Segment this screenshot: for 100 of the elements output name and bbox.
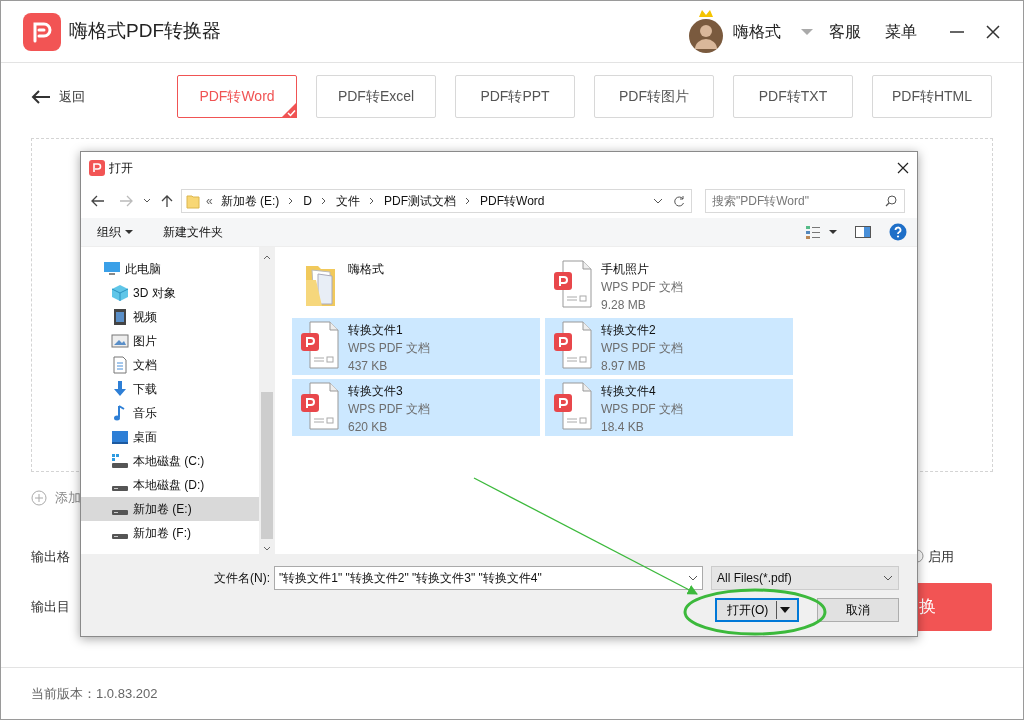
field-label: 输出目: [31, 598, 70, 617]
chevron-icon[interactable]: [688, 575, 698, 582]
caret-icon[interactable]: [829, 229, 837, 235]
app-icon: [89, 159, 105, 176]
menu-link[interactable]: 菜单: [885, 19, 917, 44]
nav-item[interactable]: 图片: [81, 329, 259, 354]
app-title: 嗨格式PDF转换器: [69, 19, 221, 44]
nav-item[interactable]: 本地磁盘 (D:): [81, 473, 259, 498]
up-icon[interactable]: [161, 193, 173, 208]
chevron-icon[interactable]: [883, 575, 893, 582]
format-tab[interactable]: PDF转图片: [594, 75, 714, 118]
nav-item[interactable]: 3D 对象: [81, 281, 259, 306]
file-item[interactable]: 转换文件2 WPS PDF 文档 8.97 MB: [545, 318, 793, 376]
close-icon[interactable]: [985, 23, 1001, 40]
search-icon[interactable]: [885, 194, 897, 207]
nav-item[interactable]: 视频: [81, 305, 259, 330]
add-label[interactable]: 添加: [55, 488, 81, 508]
file-name: 转换文件4: [601, 383, 657, 401]
nav-item[interactable]: 新加卷 (F:): [81, 521, 259, 546]
file-type: WPS PDF 文档: [601, 340, 683, 358]
file-item[interactable]: 转换文件4 WPS PDF 文档 18.4 KB: [545, 379, 793, 437]
logo-icon: [23, 12, 61, 51]
file-item[interactable]: 嗨格式: [292, 257, 540, 315]
close-icon[interactable]: [897, 161, 909, 174]
drive-icon: [111, 452, 129, 471]
nav-item[interactable]: 文档: [81, 353, 259, 378]
radio-label: 启用: [928, 547, 954, 566]
separator-icon: [321, 196, 328, 205]
file-name: 转换文件3: [348, 383, 404, 401]
document-icon: [111, 356, 129, 375]
file-item[interactable]: 转换文件1 WPS PDF 文档 437 KB: [292, 318, 540, 376]
nav-item[interactable]: 下载: [81, 377, 259, 402]
breadcrumb-item[interactable]: PDF转Word: [480, 191, 545, 210]
search-field[interactable]: 搜索"PDF转Word": [705, 188, 905, 213]
desktop-icon: [111, 428, 129, 447]
breadcrumb-item[interactable]: 新加卷 (E:): [220, 191, 280, 210]
file-size: 8.97 MB: [601, 358, 647, 376]
file-name: 嗨格式: [348, 261, 384, 279]
back-arrow-icon: [31, 88, 51, 105]
cancel-button[interactable]: 取消: [817, 598, 899, 623]
cube-icon: [111, 284, 129, 303]
format-tab[interactable]: PDF转TXT: [733, 75, 853, 118]
file-item[interactable]: 手机照片 WPS PDF 文档 9.28 MB: [545, 257, 793, 315]
file-type: WPS PDF 文档: [348, 401, 430, 419]
back-button[interactable]: 返回: [31, 87, 177, 107]
pdf-file-icon: [553, 382, 593, 431]
filename-field[interactable]: "转换文件1" "转换文件2" "转换文件3" "转换文件4": [274, 566, 703, 591]
format-tab[interactable]: PDF转PPT: [455, 75, 575, 118]
picture-icon: [111, 332, 129, 351]
refresh-icon[interactable]: [673, 194, 685, 207]
dropdown-icon[interactable]: [653, 197, 663, 204]
file-size: 18.4 KB: [601, 419, 645, 437]
file-name: 手机照片: [601, 261, 650, 279]
file-type-dropdown[interactable]: All Files(*.pdf): [711, 566, 899, 591]
new-folder-button[interactable]: 新建文件夹: [163, 223, 223, 241]
field-label: 输出格: [31, 547, 70, 566]
breadcrumb-item[interactable]: D: [303, 191, 313, 210]
field-label: 文件名(N):: [214, 570, 270, 588]
film-icon: [111, 308, 129, 327]
format-tab[interactable]: PDF转Excel: [316, 75, 436, 118]
pdf-file-icon: [553, 260, 593, 309]
organize-menu[interactable]: 组织: [97, 223, 133, 241]
avatar[interactable]: [687, 8, 725, 55]
scrollbar-thumb[interactable]: [261, 392, 273, 540]
back-icon[interactable]: [91, 194, 105, 207]
format-tab[interactable]: PDF转Word: [177, 75, 297, 118]
pdf-file-icon: [553, 321, 593, 370]
file-type: WPS PDF 文档: [601, 401, 683, 419]
file-type: WPS PDF 文档: [348, 340, 430, 358]
drive-icon: [111, 508, 129, 516]
dialog-title: 打开: [109, 159, 133, 177]
separator-icon: [465, 196, 472, 205]
file-size: 437 KB: [348, 358, 389, 376]
nav-item[interactable]: 音乐: [81, 401, 259, 426]
preview-pane-icon[interactable]: [855, 226, 871, 238]
version-text: 当前版本：1.0.83.202: [31, 684, 158, 703]
separator-icon: [369, 196, 376, 205]
chevron-icon[interactable]: [143, 197, 151, 204]
check-corner-icon: [281, 102, 297, 118]
nav-item[interactable]: 新加卷 (E:): [81, 497, 259, 522]
menu-link[interactable]: 客服: [829, 19, 861, 44]
nav-item[interactable]: 桌面: [81, 425, 259, 450]
folder-icon: [186, 192, 200, 209]
file-name: 转换文件2: [601, 322, 657, 340]
format-tab[interactable]: PDF转HTML: [872, 75, 992, 118]
separator-icon: [288, 196, 295, 205]
file-item[interactable]: 转换文件3 WPS PDF 文档 620 KB: [292, 379, 540, 437]
help-icon[interactable]: [889, 223, 907, 241]
user-name[interactable]: 嗨格式: [733, 19, 781, 44]
breadcrumb-item[interactable]: 文件: [336, 191, 361, 210]
nav-item[interactable]: 本地磁盘 (C:): [81, 449, 259, 474]
file-size: 620 KB: [348, 419, 389, 437]
file-name: 转换文件1: [348, 322, 404, 340]
breadcrumb-item[interactable]: PDF测试文档: [384, 191, 457, 210]
caret-icon[interactable]: [125, 229, 133, 235]
drive-icon: [111, 484, 129, 492]
overflow-chevrons[interactable]: «: [206, 191, 213, 210]
view-icon[interactable]: [805, 224, 821, 240]
nav-item[interactable]: 此电脑: [81, 257, 259, 282]
open-button[interactable]: 打开(O): [715, 598, 799, 623]
